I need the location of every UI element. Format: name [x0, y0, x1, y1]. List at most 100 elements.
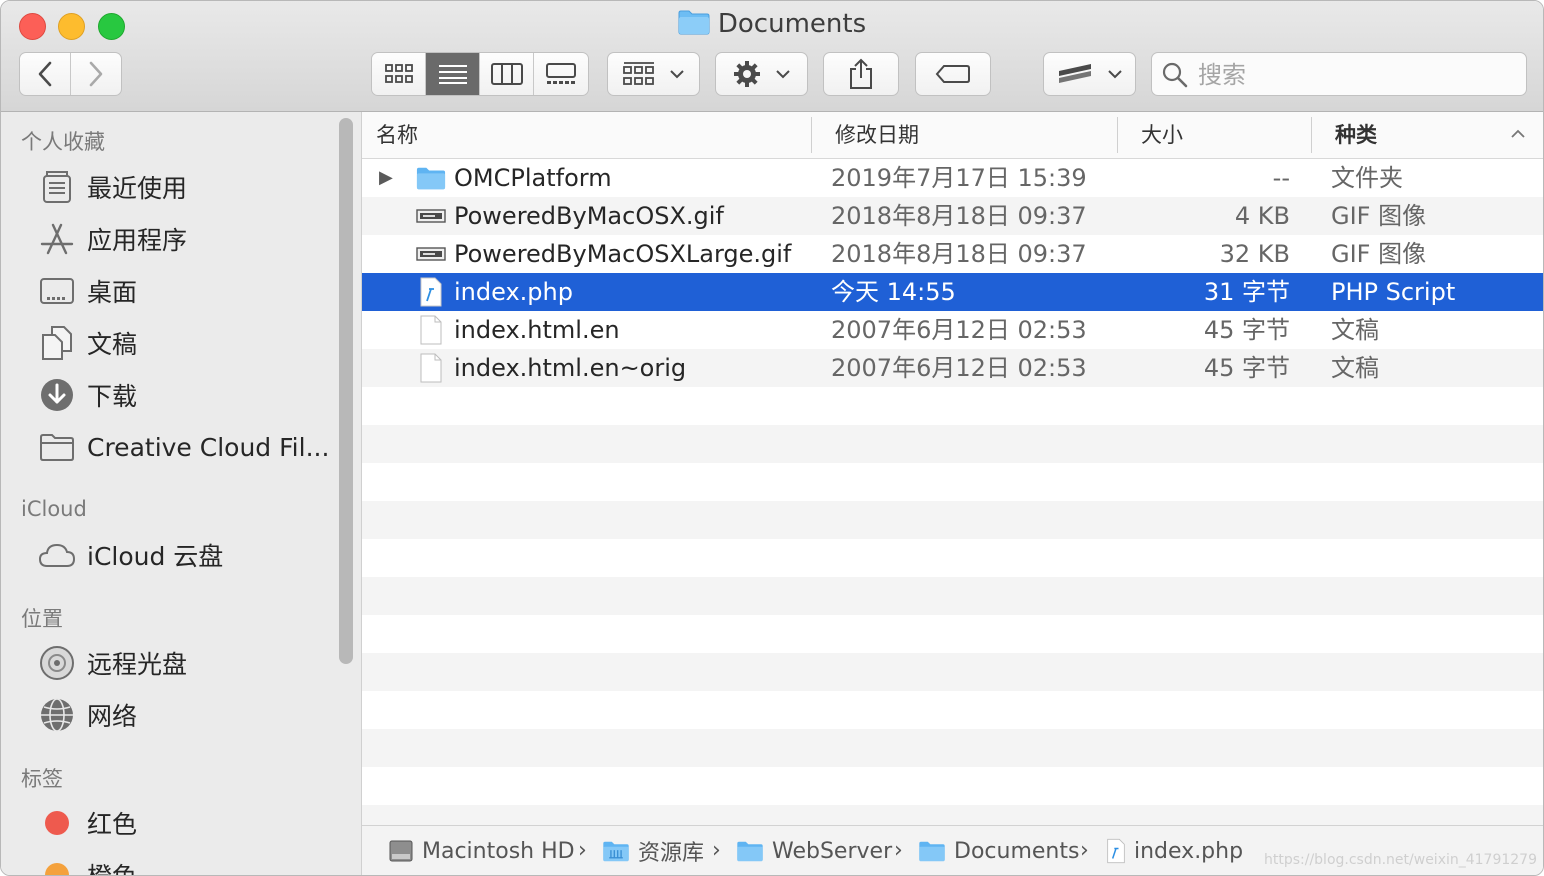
sidebar-item-desktop[interactable]: 桌面 — [37, 269, 332, 313]
forward-button[interactable] — [71, 53, 121, 95]
sort-ascending-icon — [1511, 129, 1525, 138]
group-by-button[interactable] — [607, 52, 700, 96]
sidebar-item-label: 下载 — [87, 382, 138, 411]
empty-row — [362, 387, 1543, 425]
empty-row — [362, 767, 1543, 805]
file-row[interactable]: PoweredByMacOSXLarge.gif 2018年8月18日 09:3… — [362, 235, 1543, 273]
sidebar-scrollbar[interactable] — [339, 118, 353, 664]
file-rows: ▶ OMCPlatform 2019年7月17日 15:39 -- 文件夹 Po… — [362, 159, 1543, 825]
file-row[interactable]: index.html.en 2007年6月12日 02:53 45 字节 文稿 — [362, 311, 1543, 349]
applications-icon — [37, 219, 77, 259]
documents-icon — [37, 323, 77, 363]
file-list: 名称 修改日期 大小 种类 ▶ OMCPlatform 2019年7月17日 1… — [362, 112, 1543, 825]
gallery-view-button[interactable] — [534, 53, 588, 95]
file-name: PoweredByMacOSX.gif — [454, 202, 724, 230]
file-row[interactable]: ▶ OMCPlatform 2019年7月17日 15:39 -- 文件夹 — [362, 159, 1543, 197]
empty-row — [362, 501, 1543, 539]
list-header: 名称 修改日期 大小 种类 — [362, 112, 1543, 159]
folder-icon — [736, 840, 764, 862]
path-item-label: index.php — [1134, 838, 1244, 864]
path-item-label: 资源库 — [638, 841, 705, 866]
empty-row — [362, 425, 1543, 463]
sidebar-item-icloud-drive[interactable]: iCloud 云盘 — [37, 533, 332, 577]
edit-tags-button[interactable] — [915, 52, 991, 96]
chevron-down-icon — [669, 70, 684, 79]
path-item-library[interactable]: 资源库 — [602, 826, 705, 875]
share-button[interactable] — [823, 52, 899, 96]
sidebar-item-label: 红色 — [87, 810, 138, 839]
path-separator: › — [578, 838, 587, 863]
sidebar-item-label: 文稿 — [87, 330, 138, 359]
file-date: 今天 14:55 — [831, 278, 956, 306]
file-name: OMCPlatform — [454, 164, 612, 192]
list-view-button[interactable] — [426, 53, 480, 95]
file-date: 2018年8月18日 09:37 — [831, 202, 1087, 230]
sidebar-item-remote-disc[interactable]: 远程光盘 — [37, 641, 332, 685]
gear-icon — [733, 61, 760, 87]
file-row[interactable]: index.html.en~orig 2007年6月12日 02:53 45 字… — [362, 349, 1543, 387]
empty-row — [362, 577, 1543, 615]
sidebar-item-tag-orange[interactable]: 橙色 — [37, 853, 332, 875]
sidebar-item-label: iCloud 云盘 — [87, 542, 224, 571]
sidebar-item-documents[interactable]: 文稿 — [37, 321, 332, 365]
column-header-date[interactable]: 修改日期 — [821, 112, 1117, 158]
sidebar-item-network[interactable]: 网络 — [37, 693, 332, 737]
empty-row — [362, 729, 1543, 767]
sidebar-item-label: 最近使用 — [87, 174, 188, 203]
file-name: index.html.en~orig — [454, 354, 687, 382]
gif-icon — [416, 202, 446, 230]
chevron-left-icon — [38, 61, 52, 87]
path-item-macintosh-hd[interactable]: Macintosh HD — [388, 826, 575, 875]
php-file-icon — [416, 277, 446, 307]
file-size: -- — [1272, 164, 1290, 192]
file-size: 31 字节 — [1203, 278, 1290, 306]
empty-row — [362, 691, 1543, 729]
sidebar-section-tags: 标签 — [21, 767, 63, 791]
icon-view-button[interactable] — [372, 53, 426, 95]
column-view-button[interactable] — [480, 53, 534, 95]
window-title-text: Documents — [717, 9, 867, 39]
sidebar-item-creative-cloud[interactable]: Creative Cloud Fil... — [37, 425, 332, 469]
tag-icon — [935, 65, 970, 83]
column-header-kind[interactable]: 种类 — [1321, 112, 1521, 158]
action-menu-button[interactable] — [715, 52, 808, 96]
sidebar-item-recents[interactable]: 最近使用 — [37, 165, 332, 209]
sidebar-item-downloads[interactable]: 下载 — [37, 373, 332, 417]
path-bar: Macintosh HD › 资源库 › WebServer › Documen… — [362, 825, 1543, 875]
php-file-icon — [1106, 838, 1126, 864]
empty-row — [362, 653, 1543, 691]
network-icon — [37, 695, 77, 735]
sidebar-item-label: Creative Cloud Fil... — [87, 432, 330, 462]
cloud-icon — [37, 535, 77, 575]
search-input[interactable] — [1196, 57, 1520, 93]
path-item-index-php[interactable]: index.php — [1106, 826, 1244, 875]
sidebar-item-label: 应用程序 — [87, 226, 188, 255]
sidebar-section-locations: 位置 — [21, 607, 63, 631]
column-header-size[interactable]: 大小 — [1127, 112, 1311, 158]
sidebar-item-label: 远程光盘 — [87, 650, 188, 679]
path-item-label: Documents — [954, 838, 1080, 864]
view-mode-segment — [371, 52, 589, 96]
window-title: Documents — [1, 9, 1543, 42]
file-row[interactable]: PoweredByMacOSX.gif 2018年8月18日 09:37 4 K… — [362, 197, 1543, 235]
disclosure-triangle-icon[interactable]: ▶ — [379, 159, 393, 197]
back-button[interactable] — [20, 53, 71, 95]
path-item-webserver[interactable]: WebServer — [736, 826, 893, 875]
file-name: index.html.en — [454, 316, 620, 344]
sidebar-item-applications[interactable]: 应用程序 — [37, 217, 332, 261]
chevron-down-icon — [775, 70, 790, 79]
folder-icon — [678, 9, 710, 42]
toolbar: Documents — [1, 1, 1543, 112]
path-item-documents[interactable]: Documents — [918, 826, 1080, 875]
file-kind: 文件夹 — [1331, 164, 1403, 192]
search-field[interactable] — [1151, 52, 1527, 96]
empty-row — [362, 539, 1543, 577]
file-row-selected[interactable]: index.php 今天 14:55 31 字节 PHP Script — [362, 273, 1543, 311]
file-date: 2007年6月12日 02:53 — [831, 316, 1087, 344]
sidebar-item-tag-red[interactable]: 红色 — [37, 801, 332, 845]
file-kind: GIF 图像 — [1331, 202, 1427, 230]
path-item-label: WebServer — [772, 838, 893, 864]
open-in-app-button[interactable] — [1043, 52, 1136, 96]
column-header-name[interactable]: 名称 — [362, 112, 812, 158]
file-size: 45 字节 — [1203, 354, 1290, 382]
